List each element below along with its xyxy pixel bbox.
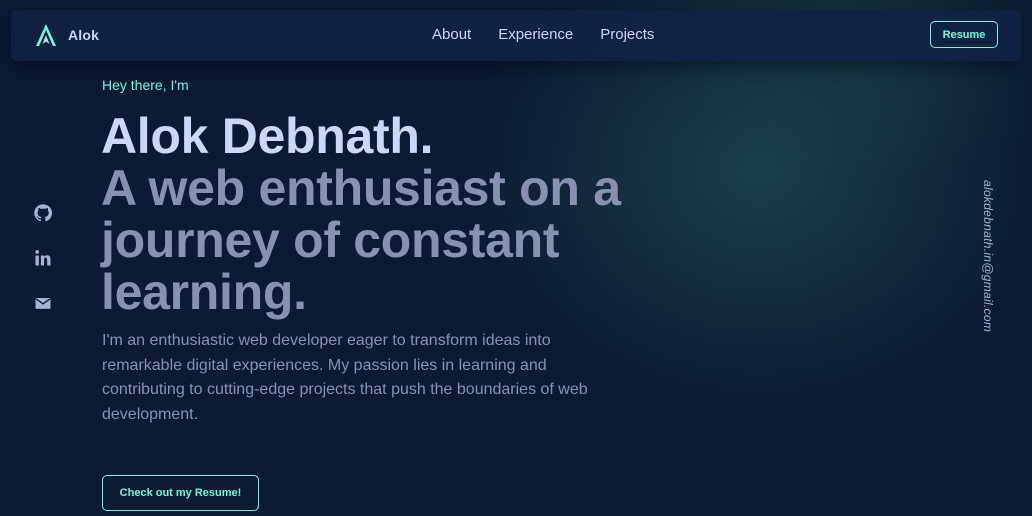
navbar: Alok About Experience Projects Resume — [11, 10, 1021, 61]
github-icon[interactable] — [33, 203, 53, 223]
nav-link-experience[interactable]: Experience — [498, 26, 573, 43]
social-sidebar — [33, 203, 53, 338]
brand-name: Alok — [68, 27, 100, 43]
brand-logo[interactable]: Alok — [35, 23, 99, 47]
nav-link-projects[interactable]: Projects — [600, 26, 654, 43]
hero-name: Alok Debnath. — [101, 108, 434, 164]
hero-tagline: A web enthusiast on a journey of constan… — [101, 160, 621, 320]
resume-button[interactable]: Resume — [930, 21, 998, 48]
nav-links: About Experience Projects — [432, 26, 654, 43]
hero-description: I'm an enthusiastic web developer eager … — [102, 332, 588, 423]
linkedin-icon[interactable] — [33, 248, 53, 268]
hero-greeting: Hey there, I'm — [102, 77, 189, 93]
logo-icon — [36, 24, 56, 46]
nav-link-about[interactable]: About — [432, 26, 471, 43]
mail-icon[interactable] — [33, 293, 53, 313]
email-link[interactable]: alokdebnath.in@gmail.com — [981, 180, 995, 332]
resume-cta-button[interactable]: Check out my Resume! — [102, 475, 259, 511]
